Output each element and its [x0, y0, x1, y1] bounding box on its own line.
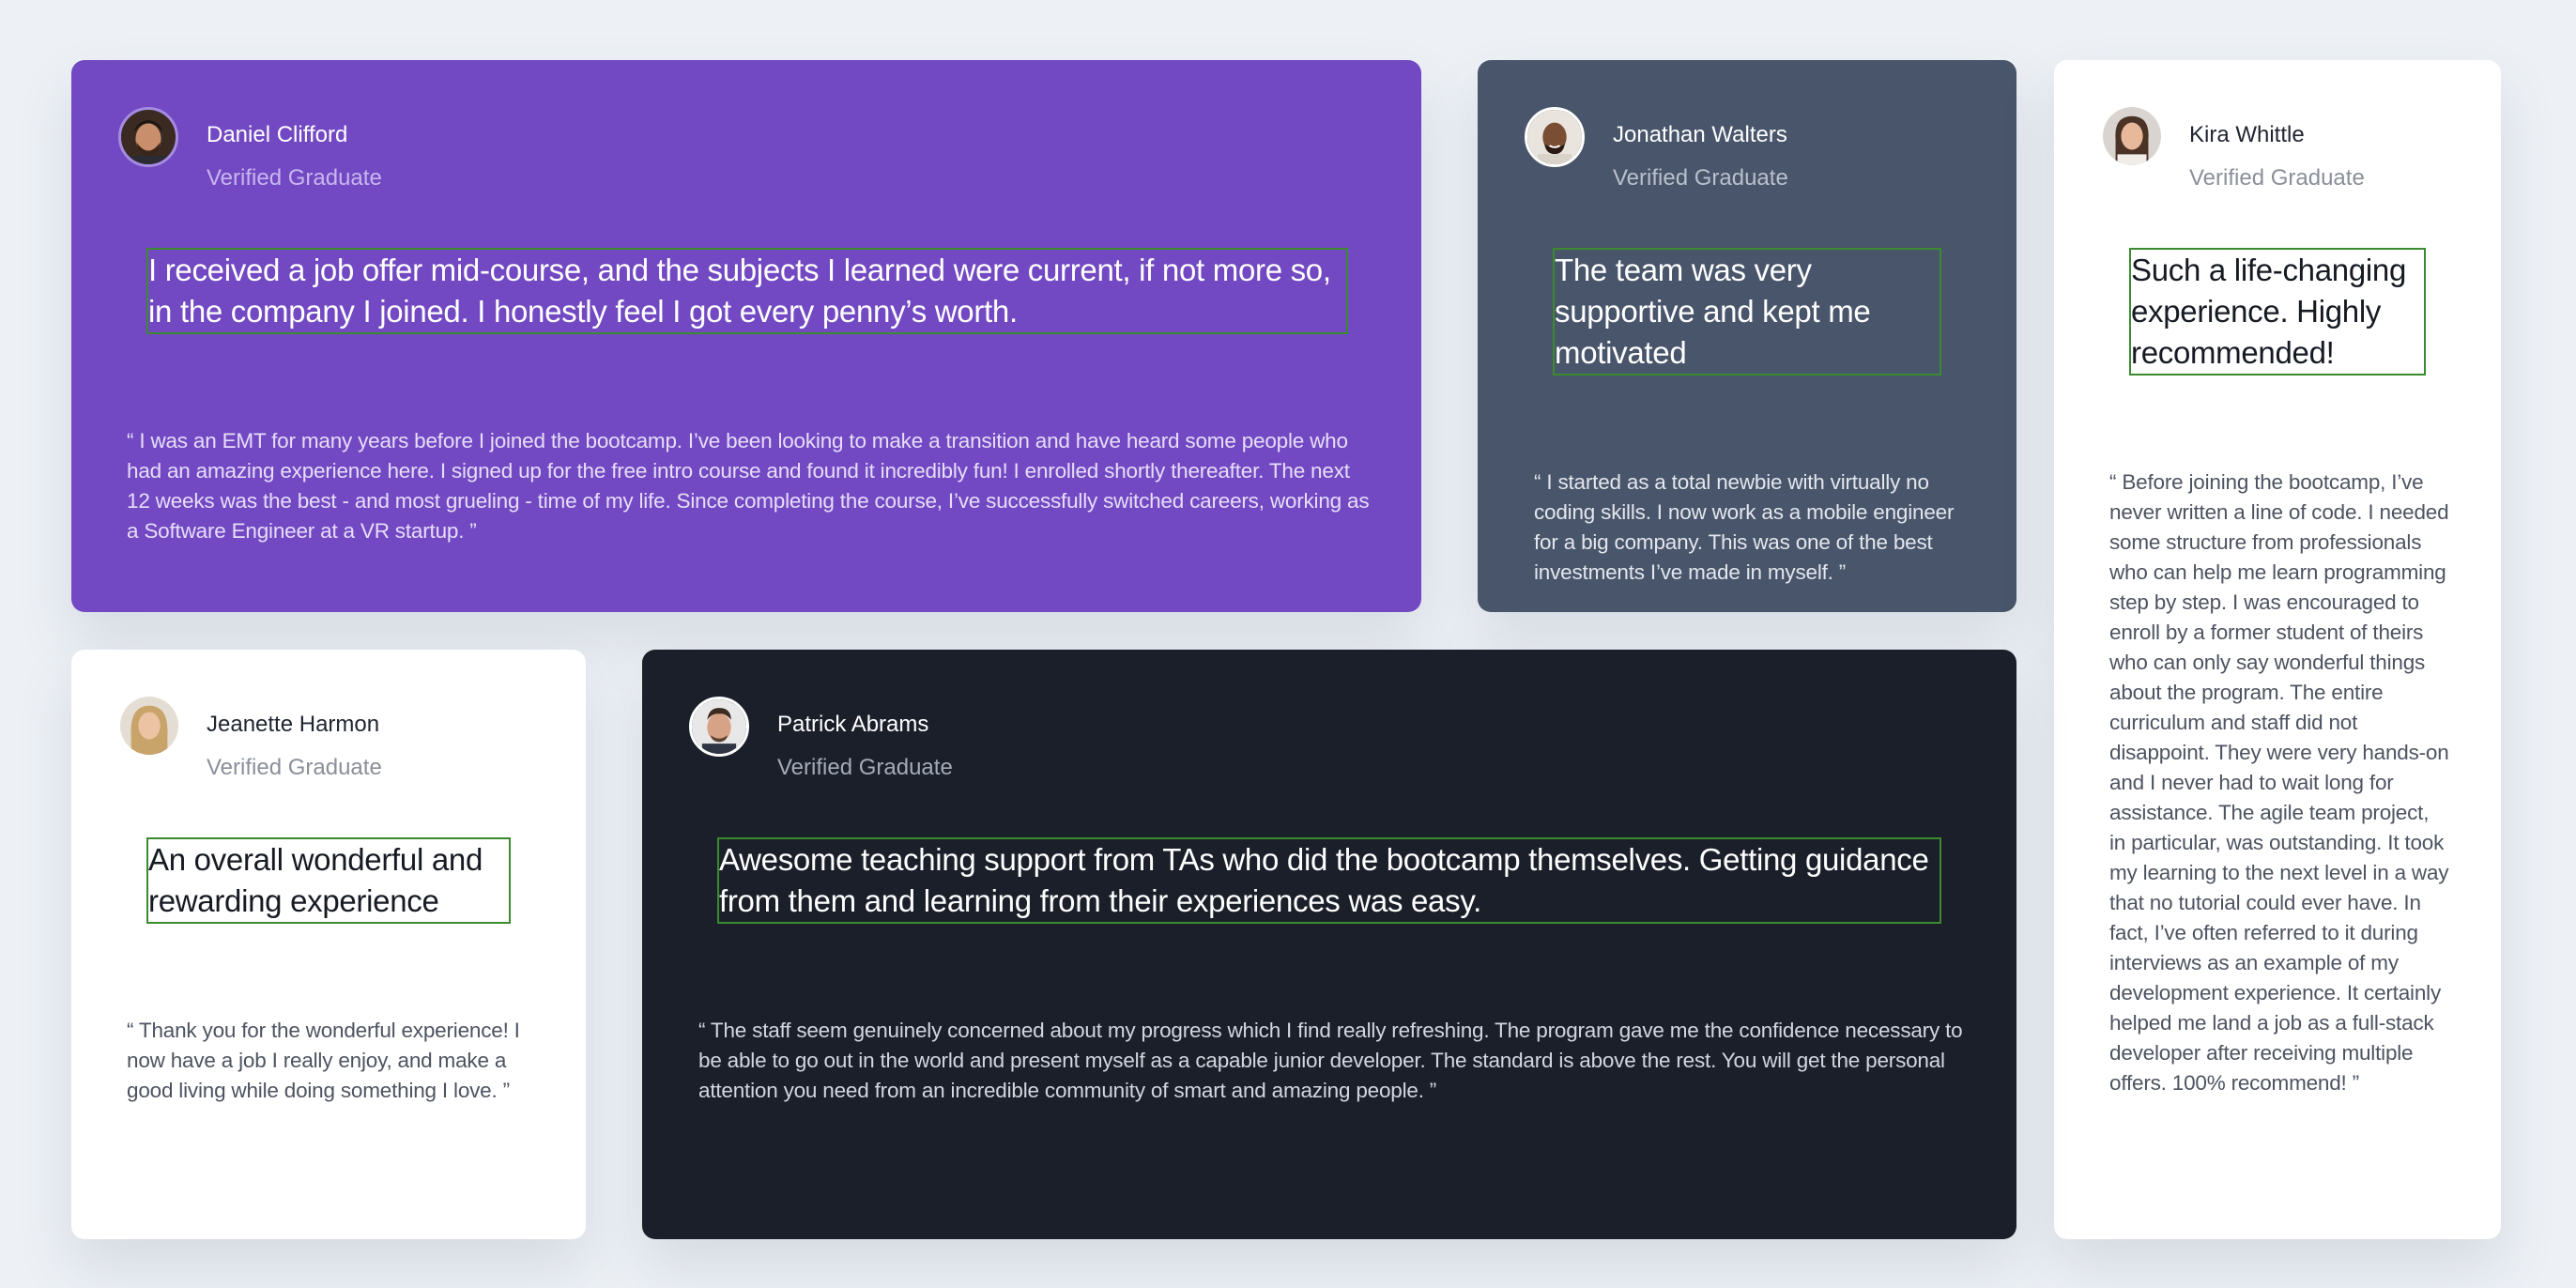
testimonial-quote: “ I was an EMT for many years before I j… [127, 429, 1370, 543]
avatar-woman-dark-hair-icon [2103, 107, 2161, 165]
reviewer-status: Verified Graduate [207, 755, 382, 780]
reviewer-status: Verified Graduate [1613, 165, 1788, 191]
testimonial-headline: An overall wonderful and rewarding exper… [146, 837, 511, 924]
reviewer-name: Jonathan Walters [1613, 122, 1787, 147]
avatar-man-beard-icon [118, 107, 178, 167]
testimonial-card-kira: Kira Whittle Verified Graduate Such a li… [2054, 60, 2501, 1239]
testimonial-quote: “ The staff seem genuinely concerned abo… [698, 1019, 1963, 1102]
reviewer-name: Daniel Clifford [207, 122, 348, 147]
testimonial-quote: “ Thank you for the wonderful experience… [127, 1019, 520, 1102]
reviewer-name: Kira Whittle [2189, 122, 2305, 147]
testimonial-quote: “ Before joining the bootcamp, I’ve neve… [2109, 470, 2449, 1095]
testimonial-headline: Such a life-changing experience. Highly … [2129, 248, 2426, 376]
testimonial-card-jeanette: Jeanette Harmon Verified Graduate An ove… [71, 650, 586, 1239]
reviewer-status: Verified Graduate [2189, 165, 2365, 191]
testimonial-headline: Awesome teaching support from TAs who di… [717, 837, 1941, 924]
testimonial-headline: I received a job offer mid-course, and t… [146, 248, 1348, 334]
testimonial-headline: The team was very supportive and kept me… [1553, 248, 1941, 376]
reviewer-status: Verified Graduate [777, 755, 953, 780]
testimonial-card-jonathan: Jonathan Walters Verified Graduate The t… [1478, 60, 2016, 612]
reviewer-status: Verified Graduate [207, 165, 382, 191]
avatar-man-short-hair-icon [689, 697, 749, 757]
testimonial-card-patrick: Patrick Abrams Verified Graduate Awesome… [642, 650, 2016, 1239]
avatar-woman-blonde-icon [120, 697, 178, 755]
avatar-man-smiling-icon [1525, 107, 1585, 167]
reviewer-name: Jeanette Harmon [207, 712, 380, 737]
reviewer-name: Patrick Abrams [777, 712, 929, 737]
testimonial-card-daniel: Daniel Clifford Verified Graduate I rece… [71, 60, 1421, 612]
testimonial-quote: “ I started as a total newbie with virtu… [1534, 470, 1955, 584]
